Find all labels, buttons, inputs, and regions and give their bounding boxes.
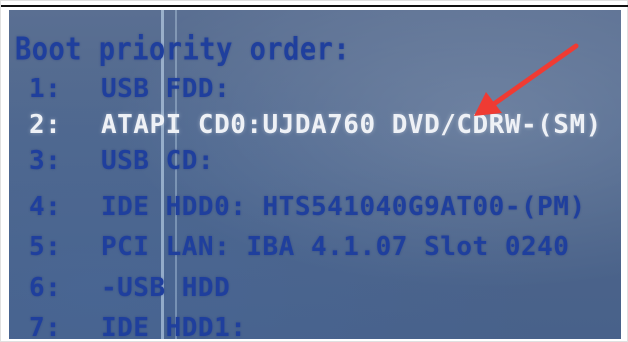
arrow-pointing-icon [474,43,579,116]
top-divider [1,5,628,7]
bios-screen-photo: Boot priority order: 1: USB FDD: 2: ATAP… [9,10,621,339]
screenshot-frame: Boot priority order: 1: USB FDD: 2: ATAP… [0,0,628,342]
